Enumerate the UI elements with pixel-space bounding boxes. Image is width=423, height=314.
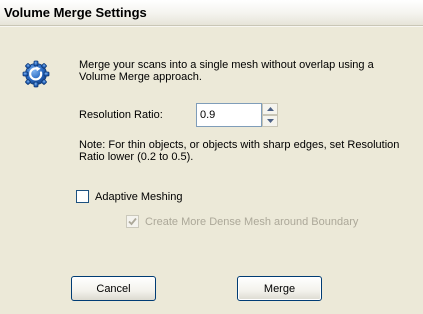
dense-mesh-checkbox[interactable]: [126, 215, 139, 228]
description-text: Merge your scans into a single mesh with…: [79, 59, 374, 83]
dense-mesh-label: Create More Dense Mesh around Boundary: [145, 215, 359, 228]
stepper-buttons: [262, 103, 278, 127]
spin-up-button[interactable]: [262, 103, 278, 115]
checkmark-icon: [128, 217, 137, 226]
dense-mesh-option[interactable]: Create More Dense Mesh around Boundary: [126, 215, 358, 228]
title-divider: [0, 26, 423, 27]
resolution-ratio-input[interactable]: [196, 103, 262, 127]
spin-down-button[interactable]: [262, 115, 278, 127]
arrow-up-icon: [266, 107, 274, 111]
adaptive-meshing-option[interactable]: Adaptive Meshing: [76, 190, 182, 203]
adaptive-meshing-checkbox[interactable]: [76, 190, 89, 203]
cancel-button[interactable]: Cancel: [71, 276, 156, 301]
note-text: Note: For thin objects, or objects with …: [79, 139, 400, 163]
merge-button[interactable]: Merge: [237, 276, 322, 301]
title-bar: Volume Merge Settings: [0, 0, 423, 26]
resolution-ratio-label: Resolution Ratio:: [79, 109, 163, 121]
arrow-down-icon: [266, 119, 274, 123]
window-title: Volume Merge Settings: [4, 5, 147, 20]
volume-merge-dialog: Volume Merge Settings Merge your scans i…: [0, 0, 423, 314]
adaptive-meshing-label: Adaptive Meshing: [95, 190, 183, 203]
resolution-ratio-stepper[interactable]: [196, 103, 282, 127]
refresh-gear-icon: [22, 60, 50, 88]
